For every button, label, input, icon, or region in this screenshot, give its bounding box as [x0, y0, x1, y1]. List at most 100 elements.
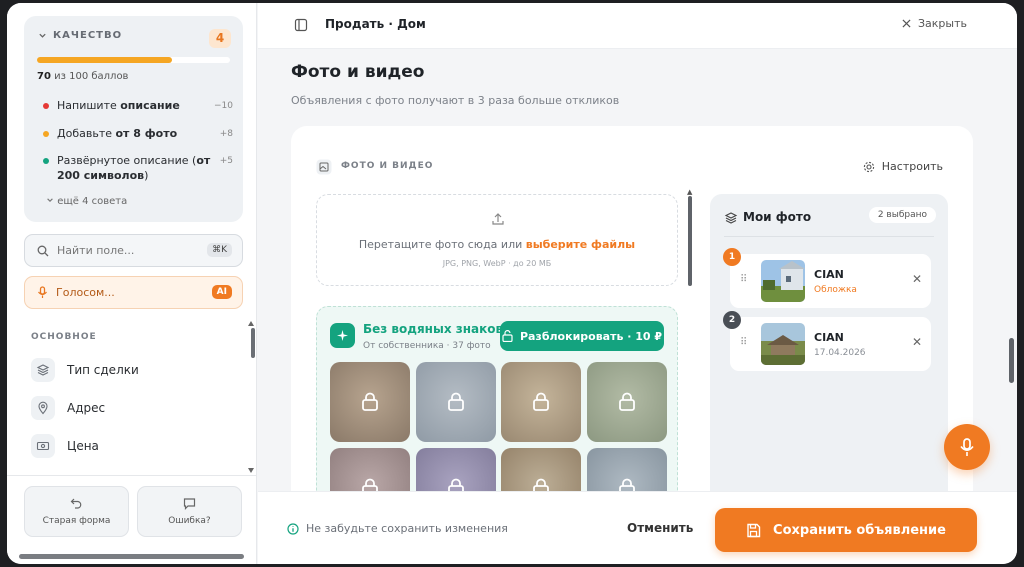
- cancel-button[interactable]: Отменить: [627, 521, 693, 535]
- dropzone-formats: JPG, PNG, WebP · до 20 МБ: [442, 259, 552, 268]
- quality-count-badge: 4: [209, 29, 231, 48]
- remove-photo-icon[interactable]: ✕: [912, 335, 922, 349]
- quality-title: КАЧЕСТВО: [53, 30, 123, 41]
- my-photos-panel: Мои фото 2 выбрано 1 ⠿ CIAN Обложка ✕ 2 …: [710, 194, 948, 504]
- voice-label: Голосом...: [56, 286, 115, 299]
- my-photos-title: Мои фото: [743, 210, 812, 224]
- lock-icon: [448, 392, 464, 411]
- photo-dropzone[interactable]: Перетащите фото сюда или выберите файлы …: [316, 194, 678, 286]
- locked-photo[interactable]: [587, 362, 667, 442]
- photo-thumbnail: [761, 323, 805, 365]
- dropzone-text: Перетащите фото сюда или выберите файлы: [317, 238, 677, 251]
- tip-text-suffix: ): [144, 169, 149, 182]
- scroll-up-arrow[interactable]: ▲: [687, 188, 692, 196]
- sidebar-item-label: Тип сделки: [67, 363, 139, 377]
- sidebar-item-deal-type[interactable]: Тип сделки: [31, 356, 231, 384]
- tip-status-dot: [43, 131, 49, 137]
- quality-score: 70 из 100 баллов: [37, 71, 128, 82]
- premium-title: Без водяных знаков: [363, 322, 504, 336]
- photos-scrollbar-thumb[interactable]: [688, 196, 692, 286]
- upload-icon: [492, 213, 504, 225]
- selected-count-badge: 2 выбрано: [868, 207, 936, 223]
- ai-badge: AI: [211, 285, 232, 299]
- close-button[interactable]: Закрыть: [902, 17, 967, 30]
- remove-photo-icon[interactable]: ✕: [912, 272, 922, 286]
- quality-tip[interactable]: Добавьте от 8 фото +8: [37, 126, 233, 141]
- tip-text: Напишите: [57, 99, 121, 112]
- locked-photo[interactable]: [330, 362, 410, 442]
- search-shortcut: ⌘K: [207, 243, 232, 257]
- drag-handle-icon[interactable]: ⠿: [740, 337, 747, 348]
- microphone-icon: [38, 286, 47, 298]
- locked-photo[interactable]: [416, 362, 496, 442]
- quality-progress-fill: [37, 57, 173, 63]
- close-label: Закрыть: [918, 17, 967, 30]
- chevron-down-icon: [47, 198, 53, 202]
- settings-button[interactable]: Настроить: [863, 160, 943, 173]
- section-heading: Фото и видео: [291, 62, 425, 82]
- undo-arrow-icon: [70, 498, 82, 509]
- premium-subtitle: От собственника · 37 фото: [363, 341, 491, 351]
- premium-photos-panel: Без водяных знаков От собственника · 37 …: [316, 306, 678, 528]
- page-title: Продать · Дом: [325, 17, 426, 31]
- divider: [724, 236, 934, 237]
- top-bar: Продать · Дом Закрыть: [258, 3, 1017, 49]
- search-placeholder: Найти поле...: [57, 244, 135, 257]
- gear-icon: [863, 161, 874, 172]
- tip-points: +5: [219, 156, 233, 166]
- page-scrollbar-thumb[interactable]: [1009, 338, 1014, 383]
- old-form-button[interactable]: Старая форма: [24, 486, 129, 537]
- image-icon: [316, 159, 332, 175]
- sidebar-toggle-icon[interactable]: [294, 18, 308, 32]
- selected-photo-item[interactable]: 2 ⠿ CIAN 17.04.2026 ✕: [723, 311, 931, 371]
- report-bug-button[interactable]: Ошибка?: [137, 486, 242, 537]
- selected-photo-item[interactable]: 1 ⠿ CIAN Обложка ✕: [723, 248, 931, 308]
- unlock-button[interactable]: Разблокировать · 10 ₽: [500, 321, 664, 351]
- tip-points: +8: [219, 129, 233, 139]
- quality-score-value: 70: [37, 71, 51, 82]
- section-title: ОСНОВНОЕ: [31, 332, 97, 342]
- microphone-icon: [960, 437, 974, 456]
- locked-photo[interactable]: [501, 362, 581, 442]
- chevron-down-icon: [39, 33, 46, 38]
- sidebar-item-address[interactable]: Адрес: [31, 394, 231, 422]
- photo-source: CIAN: [814, 268, 844, 281]
- horizontal-scrollbar[interactable]: [19, 554, 244, 559]
- sidebar-item-price[interactable]: Цена: [31, 432, 231, 460]
- more-tips-toggle[interactable]: ещё 4 совета: [46, 196, 127, 207]
- lock-icon: [533, 392, 549, 411]
- quality-tip[interactable]: Напишите описание −10: [37, 98, 233, 113]
- quality-tip[interactable]: Развёрнутое описание (от 200 символов) +…: [37, 153, 233, 183]
- sidebar-scrollbar-thumb[interactable]: [251, 328, 255, 358]
- section-subtitle: Объявления с фото получают в 3 раза боль…: [291, 94, 620, 107]
- photos-card: ФОТО И ВИДЕО Настроить Перетащите фото с…: [291, 126, 973, 528]
- tip-text: Добавьте: [57, 127, 116, 140]
- quality-progress-bar: [37, 57, 230, 63]
- tip-text-bold: от 8 фото: [115, 127, 178, 140]
- tip-text: Развёрнутое описание (: [57, 154, 197, 167]
- close-icon: [902, 19, 911, 28]
- app-window: КАЧЕСТВО 4 70 из 100 баллов Напишите опи…: [7, 3, 1017, 564]
- report-bug-label: Ошибка?: [168, 516, 211, 526]
- sidebar-divider: [7, 475, 257, 476]
- save-reminder-text: Не забудьте сохранить изменения: [306, 522, 508, 535]
- photo-order-badge: 1: [723, 248, 741, 266]
- dropzone-text-main: Перетащите фото сюда или: [358, 238, 526, 251]
- location-pin-icon: [31, 396, 55, 420]
- save-reminder: Не забудьте сохранить изменения: [287, 522, 508, 535]
- quality-card: КАЧЕСТВО 4 70 из 100 баллов Напишите опи…: [24, 16, 243, 222]
- bottom-action-bar: Не забудьте сохранить изменения Отменить…: [258, 491, 1017, 564]
- save-listing-button[interactable]: Сохранить объявление: [715, 508, 977, 552]
- layers-icon: [31, 358, 55, 382]
- photo-order-badge: 2: [723, 311, 741, 329]
- voice-input-button[interactable]: Голосом... AI: [24, 276, 243, 309]
- choose-files-link[interactable]: выберите файлы: [526, 238, 635, 251]
- info-icon: [287, 522, 299, 535]
- voice-assistant-button[interactable]: [944, 424, 990, 470]
- field-search-input[interactable]: Найти поле... ⌘K: [24, 234, 243, 267]
- sidebar: КАЧЕСТВО 4 70 из 100 баллов Напишите опи…: [7, 3, 257, 564]
- photo-date: 17.04.2026: [814, 348, 866, 358]
- drag-handle-icon[interactable]: ⠿: [740, 274, 747, 285]
- quality-header[interactable]: КАЧЕСТВО: [38, 30, 122, 41]
- sidebar-item-label: Цена: [67, 439, 99, 453]
